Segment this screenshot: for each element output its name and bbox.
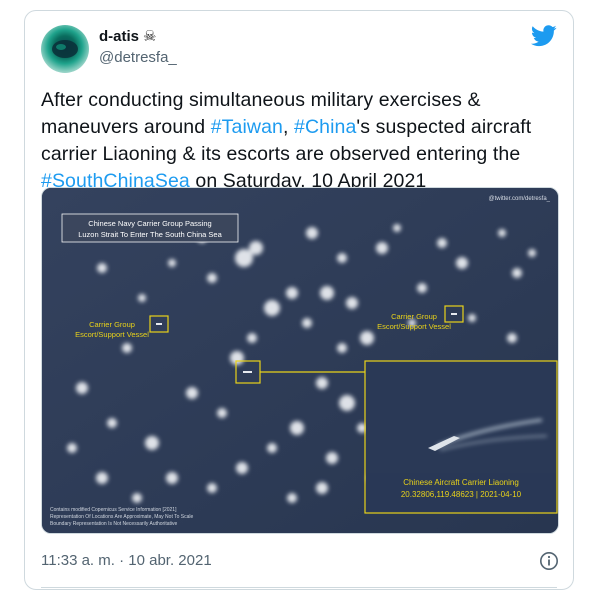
image-credit-line3: Boundary Representation Is Not Necessari… (50, 521, 178, 527)
skull-crossbones-icon: ☠ (143, 28, 157, 45)
carrier-coordinates: 20.32806,119.48623 | 2021-04-10 (401, 490, 522, 499)
escort-left-label-line1: Carrier Group (89, 320, 135, 329)
tweet-card: d-atis ☠ @detresfa_ After conducting sim… (24, 10, 574, 590)
carrier-zoom-inset: Chinese Aircraft Carrier Liaoning 20.328… (366, 362, 556, 512)
hashtag-taiwan[interactable]: #Taiwan (211, 116, 283, 138)
tweet-text-part: , (282, 116, 295, 138)
image-title-box: Chinese Navy Carrier Group Passing Luzon… (61, 213, 239, 243)
avatar-image (52, 40, 78, 58)
image-title-line1: Chinese Navy Carrier Group Passing (88, 219, 211, 228)
image-title-line2: Luzon Strait To Enter The South China Se… (78, 230, 222, 239)
tweet-text: After conducting simultaneous military e… (41, 87, 561, 195)
image-credit: Contains modified Copernicus Service Inf… (50, 507, 194, 527)
display-name[interactable]: d-atis (99, 28, 139, 45)
divider (41, 587, 557, 588)
escort-left-label-line2: Escort/Support Vessel (75, 330, 149, 339)
info-icon[interactable] (539, 551, 559, 571)
name-row[interactable]: d-atis ☠ (99, 27, 157, 46)
user-handle[interactable]: @detresfa_ (99, 49, 177, 66)
carrier-label: Chinese Aircraft Carrier Liaoning (403, 478, 519, 487)
escort-right-label-line1: Carrier Group (391, 312, 437, 321)
image-credit-line1: Contains modified Copernicus Service Inf… (50, 507, 177, 513)
hashtag-china[interactable]: #China (294, 116, 356, 138)
image-watermark: @twitter.com/detresfa_ (489, 196, 551, 202)
tweet-timestamp[interactable]: 11:33 a. m. · 10 abr. 2021 (41, 552, 212, 569)
avatar[interactable] (41, 25, 89, 73)
image-credit-line2: Representation Of Locations Are Approxim… (50, 514, 194, 520)
escort-right-label-line2: Escort/Support Vessel (377, 322, 451, 331)
twitter-bird-icon[interactable] (531, 25, 557, 47)
satellite-image[interactable]: Chinese Navy Carrier Group Passing Luzon… (41, 187, 559, 534)
